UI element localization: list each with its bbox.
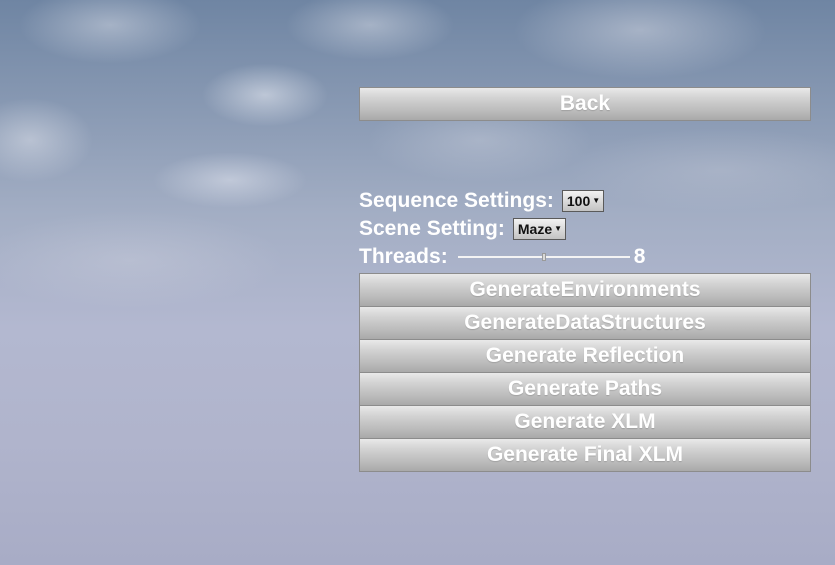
- threads-slider-thumb[interactable]: [541, 253, 546, 261]
- threads-label: Threads:: [359, 245, 448, 268]
- background-sky: { "back_button": { "label": "Back" }, "s…: [0, 0, 835, 565]
- scene-setting-value: Maze: [517, 221, 553, 237]
- generate-data-structures-button[interactable]: GenerateDataStructures: [359, 306, 811, 340]
- generate-paths-button[interactable]: Generate Paths: [359, 372, 811, 406]
- sequence-settings-value: 100: [566, 193, 591, 209]
- scene-setting-dropdown[interactable]: Maze ▼: [512, 218, 567, 240]
- generate-final-xlm-button[interactable]: Generate Final XLM: [359, 438, 811, 472]
- caret-down-icon: ▼: [592, 196, 601, 205]
- action-button-list: GenerateEnvironments GenerateDataStructu…: [359, 273, 811, 472]
- caret-down-icon: ▼: [554, 224, 563, 233]
- threads-row: Threads: 8: [359, 243, 811, 271]
- sequence-settings-label: Sequence Settings:: [359, 189, 554, 212]
- threads-slider[interactable]: [457, 249, 630, 265]
- sequence-settings-dropdown[interactable]: 100 ▼: [561, 190, 605, 212]
- sequence-settings-row: Sequence Settings: 100 ▼: [359, 187, 811, 215]
- menu-panel: Back Sequence Settings: 100 ▼ Scene Sett…: [359, 87, 811, 472]
- scene-setting-label: Scene Setting:: [359, 217, 505, 240]
- generate-reflection-button[interactable]: Generate Reflection: [359, 339, 811, 373]
- scene-setting-row: Scene Setting: Maze ▼: [359, 215, 811, 243]
- generate-environments-button[interactable]: GenerateEnvironments: [359, 273, 811, 307]
- back-button[interactable]: Back: [359, 87, 811, 121]
- generate-xlm-button[interactable]: Generate XLM: [359, 405, 811, 439]
- threads-value: 8: [633, 245, 646, 268]
- settings-section: Sequence Settings: 100 ▼ Scene Setting: …: [359, 187, 811, 271]
